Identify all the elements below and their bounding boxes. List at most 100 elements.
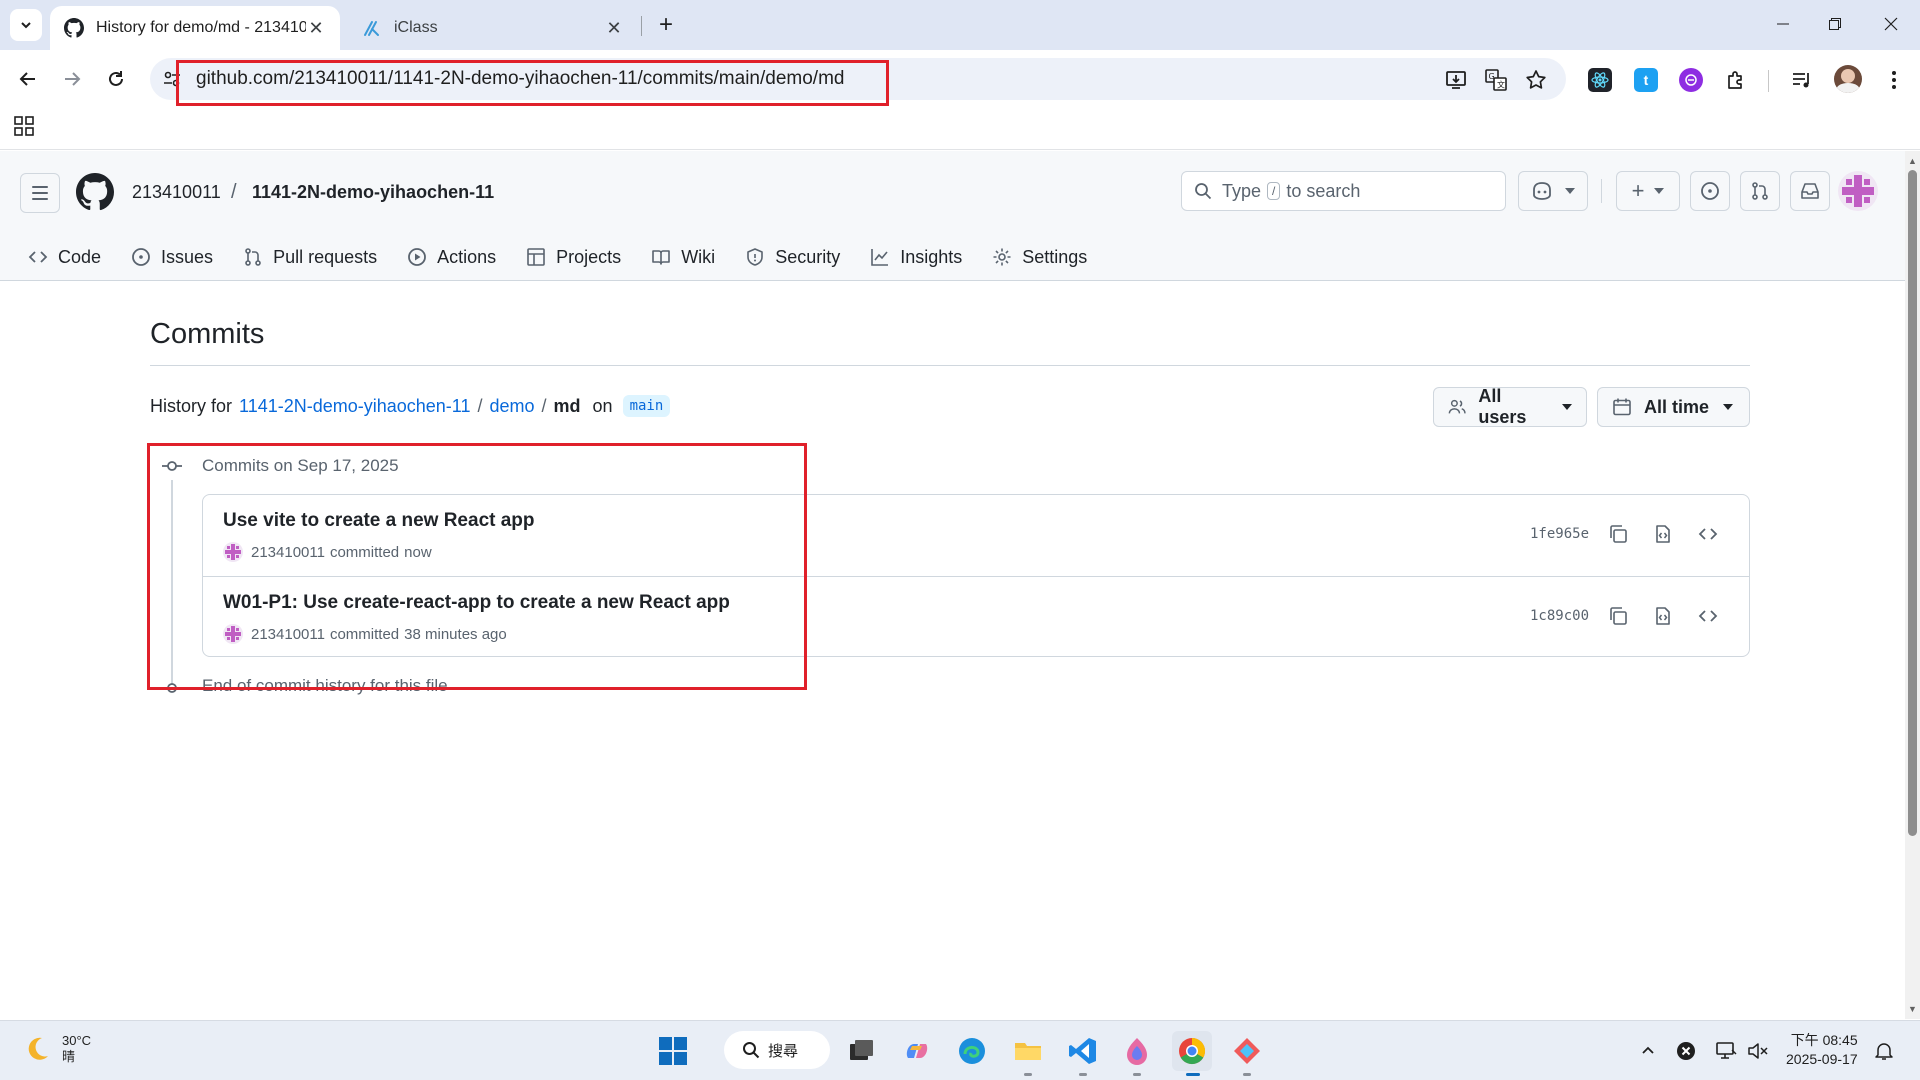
profile-avatar[interactable]: [1834, 65, 1862, 93]
taskbar-search-label: 搜尋: [768, 1042, 799, 1060]
windows-taskbar: 30°C 晴 搜尋 下午 08:45 2025-09-17: [0, 1020, 1920, 1080]
global-search-input[interactable]: Type / to search: [1181, 171, 1506, 211]
commit-sha-link[interactable]: 1c89c00: [1530, 608, 1589, 624]
chrome-button[interactable]: [1172, 1031, 1212, 1071]
tab-code[interactable]: Code: [28, 247, 101, 268]
browser-menu-icon[interactable]: [1882, 68, 1906, 92]
copy-sha-button[interactable]: [1606, 522, 1630, 546]
caret-down-icon: [1562, 404, 1572, 410]
browse-repo-at-commit-button[interactable]: [1696, 522, 1720, 546]
history-prefix: History for: [150, 395, 233, 416]
taskbar-search[interactable]: 搜尋: [724, 1031, 830, 1069]
copilot-button[interactable]: [1518, 171, 1588, 211]
weather-widget[interactable]: 30°C 晴: [22, 1033, 91, 1065]
bookmark-star-icon[interactable]: [1524, 68, 1548, 92]
hamburger-line: [32, 192, 48, 194]
flame-app-button[interactable]: [1117, 1031, 1157, 1071]
people-icon: [1448, 399, 1466, 414]
create-new-button[interactable]: +: [1616, 171, 1680, 211]
system-clock[interactable]: 下午 08:45 2025-09-17: [1786, 1031, 1858, 1069]
issues-shortcut-button[interactable]: [1690, 171, 1730, 211]
copy-icon: [1610, 607, 1627, 625]
scroll-down-icon[interactable]: ▼: [1907, 1004, 1918, 1014]
graph-icon: [870, 247, 890, 267]
breadcrumb-repo-link[interactable]: 1141-2N-demo-yihaochen-11: [239, 396, 470, 417]
close-tab-icon[interactable]: ✕: [306, 18, 326, 38]
close-tab-icon[interactable]: ✕: [604, 18, 624, 38]
install-app-icon[interactable]: [1444, 68, 1468, 92]
sourcetree-button[interactable]: [1227, 1031, 1267, 1071]
translate-icon[interactable]: G文: [1484, 68, 1508, 92]
tab-settings[interactable]: Settings: [992, 247, 1087, 268]
calendar-icon: [1613, 398, 1631, 416]
react-devtools-extension-icon[interactable]: [1588, 68, 1612, 92]
browse-repo-at-commit-button[interactable]: [1696, 604, 1720, 628]
user-avatar[interactable]: [1838, 171, 1878, 211]
copilot-caret-icon: [1565, 188, 1575, 194]
tab-wiki[interactable]: Wiki: [651, 247, 715, 268]
repo-owner-link[interactable]: 213410011: [132, 182, 221, 203]
repo-separator: /: [231, 181, 237, 203]
global-menu-button[interactable]: [20, 173, 60, 213]
restore-button[interactable]: [1806, 0, 1864, 48]
task-view-button[interactable]: [841, 1031, 881, 1071]
network-icon[interactable]: [1714, 1039, 1738, 1063]
view-file-at-commit-button[interactable]: [1651, 522, 1675, 546]
scroll-up-icon[interactable]: ▲: [1907, 156, 1918, 166]
show-hidden-icons[interactable]: [1636, 1039, 1660, 1063]
media-control-icon[interactable]: [1790, 68, 1814, 92]
copy-sha-button[interactable]: [1606, 604, 1630, 628]
tab-label: Pull requests: [273, 246, 378, 267]
extensions-puzzle-icon[interactable]: [1724, 68, 1748, 92]
git-pull-request-icon: [243, 247, 263, 267]
breadcrumb-dir-link[interactable]: demo: [490, 396, 535, 417]
tab-title: iClass: [394, 19, 438, 36]
tab-insights[interactable]: Insights: [870, 247, 962, 268]
github-logo-icon[interactable]: [76, 173, 114, 211]
close-window-button[interactable]: [1862, 0, 1920, 48]
tab-projects[interactable]: Projects: [526, 247, 621, 268]
commit-sha-link[interactable]: 1fe965e: [1530, 526, 1589, 542]
t-extension-icon[interactable]: t: [1634, 68, 1658, 92]
scrollbar-thumb[interactable]: [1908, 170, 1917, 836]
purple-extension-icon[interactable]: [1679, 68, 1703, 92]
view-file-at-commit-button[interactable]: [1651, 604, 1675, 628]
all-users-filter[interactable]: All users: [1433, 386, 1587, 427]
file-explorer-button[interactable]: [1008, 1031, 1048, 1071]
new-tab-button[interactable]: +: [650, 9, 682, 41]
start-button[interactable]: [653, 1031, 693, 1071]
vscode-button[interactable]: [1063, 1031, 1103, 1071]
copilot-app-button[interactable]: [897, 1031, 937, 1071]
issue-opened-icon: [131, 247, 151, 267]
reload-button[interactable]: [100, 63, 132, 95]
issue-opened-icon: [1701, 182, 1719, 200]
tab-history[interactable]: History for demo/md - 213410011 ✕: [50, 6, 340, 50]
forward-button[interactable]: [56, 63, 88, 95]
filter-label: All users: [1478, 386, 1527, 427]
tab-iclass[interactable]: iClass ✕: [348, 6, 638, 50]
notifications-button[interactable]: [1790, 171, 1830, 211]
volume-muted-icon[interactable]: [1746, 1039, 1770, 1063]
back-button[interactable]: [12, 63, 44, 95]
tab-pull-requests[interactable]: Pull requests: [243, 247, 377, 268]
tab-search-button[interactable]: [10, 9, 42, 41]
pull-requests-shortcut-button[interactable]: [1740, 171, 1780, 211]
minimize-button[interactable]: [1754, 0, 1812, 48]
tab-security[interactable]: Security: [745, 247, 840, 268]
notification-bell-icon[interactable]: [1872, 1039, 1896, 1063]
hamburger-line: [32, 198, 48, 200]
apps-grid-icon[interactable]: [14, 116, 34, 136]
restore-icon: [1829, 18, 1841, 30]
tab-issues[interactable]: Issues: [131, 247, 213, 268]
edge-button[interactable]: [952, 1031, 992, 1071]
code-icon: [1698, 610, 1718, 622]
branch-badge[interactable]: main: [622, 395, 671, 417]
clock-date: 2025-09-17: [1786, 1051, 1858, 1067]
breadcrumb-file: md: [553, 395, 581, 416]
all-time-filter[interactable]: All time: [1597, 387, 1750, 427]
repo-navigation: Code Issues Pull requests Actions Projec…: [28, 237, 1117, 277]
repo-name-link[interactable]: 1141-2N-demo-yihaochen-11: [252, 182, 494, 203]
search-placeholder-suffix: to search: [1286, 180, 1361, 201]
tab-actions[interactable]: Actions: [407, 247, 496, 268]
tray-app-icon[interactable]: [1674, 1039, 1698, 1063]
